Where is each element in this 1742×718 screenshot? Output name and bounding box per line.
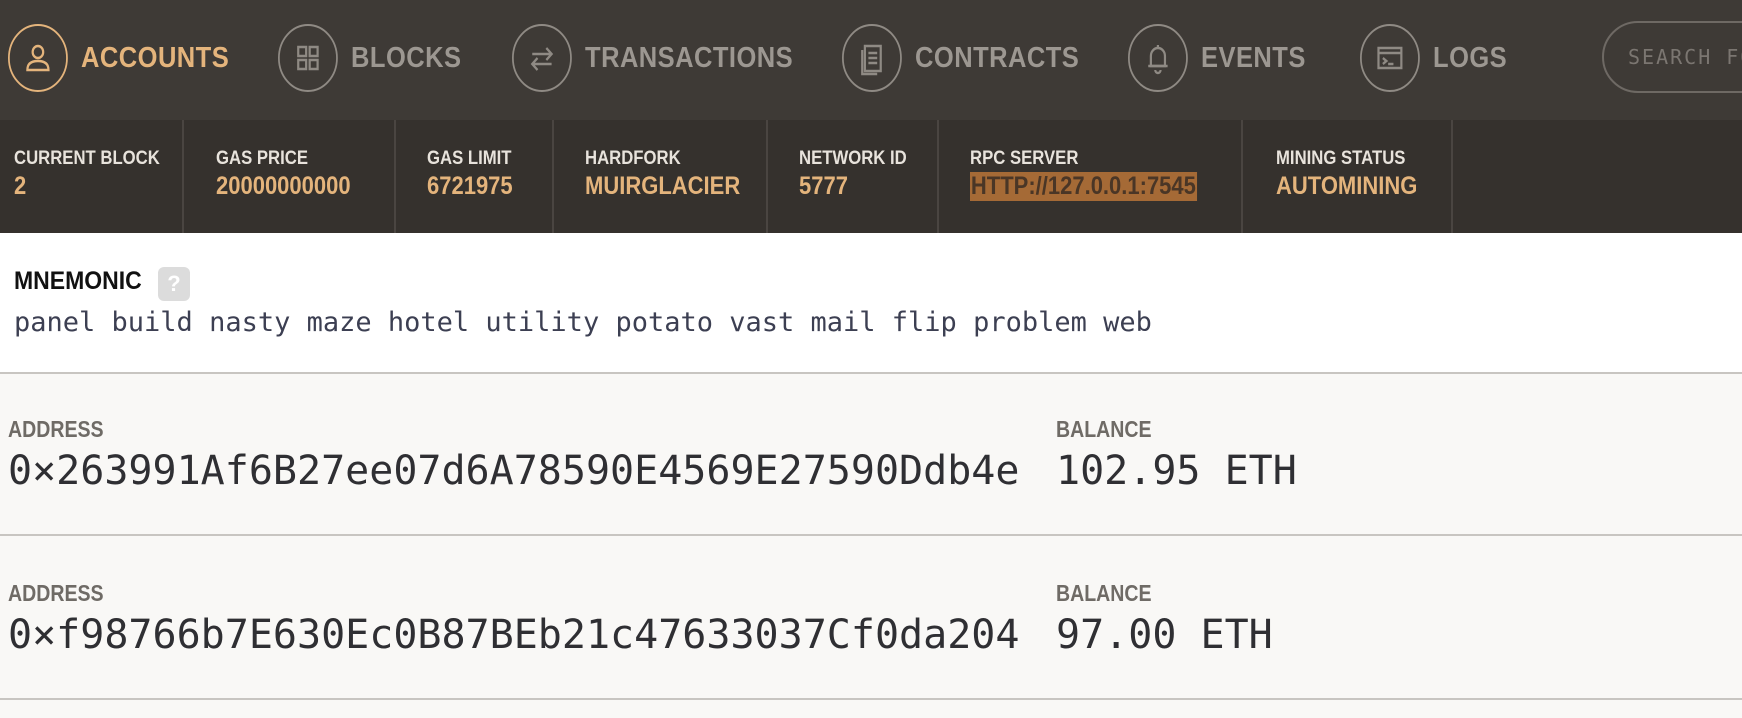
stat-network-id: NETWORK ID 5777	[785, 120, 939, 233]
account-row[interactable]: ADDRESS 0×f98766b7E630Ec0B87BEb21c476330…	[0, 538, 1742, 700]
blocks-icon	[278, 24, 338, 92]
nav-blocks[interactable]: BLOCKS	[278, 21, 461, 95]
address-label: ADDRESS	[8, 580, 104, 606]
balance-value: 97.00 ETH	[1056, 612, 1273, 658]
stat-rpc-server: RPC SERVER HTTP://127.0.0.1:7545	[956, 120, 1243, 233]
mnemonic-words: panel build nasty maze hotel utility pot…	[14, 307, 1152, 338]
nav-contracts[interactable]: CONTRACTS	[842, 21, 1079, 95]
help-icon[interactable]: ?	[158, 267, 190, 301]
address-value: 0×263991Af6B27ee07d6A78590E4569E27590Ddb…	[8, 448, 1020, 494]
stat-mining-status: MINING STATUS AUTOMINING	[1262, 120, 1453, 233]
nav-accounts[interactable]: ACCOUNTS	[8, 21, 229, 95]
mnemonic-section: MNEMONIC ? panel build nasty maze hotel …	[0, 233, 1742, 374]
bell-icon	[1128, 24, 1188, 92]
status-bar: CURRENT BLOCK 2 GAS PRICE 20000000000 GA…	[0, 120, 1742, 233]
nav-events[interactable]: EVENTS	[1128, 21, 1306, 95]
stat-gas-limit: GAS LIMIT 6721975	[413, 120, 554, 233]
stat-hardfork: HARDFORK MUIRGLACIER	[571, 120, 768, 233]
stat-value: 2	[14, 172, 27, 200]
stat-value: 5777	[799, 172, 848, 200]
terminal-icon	[1360, 24, 1420, 92]
address-value: 0×f98766b7E630Ec0B87BEb21c47633037Cf0da2…	[8, 612, 1020, 658]
balance-label: BALANCE	[1056, 416, 1152, 442]
nav-transactions[interactable]: TRANSACTIONS	[512, 21, 793, 95]
account-row[interactable]: ADDRESS 0×263991Af6B27ee07d6A78590E4569E…	[0, 374, 1742, 536]
stat-value: 6721975	[427, 172, 513, 200]
top-nav: ACCOUNTS BLOCKS TRANSACTIONS CONTRACTS E…	[0, 0, 1742, 120]
stat-label: HARDFORK	[585, 148, 681, 169]
nav-accounts-label: ACCOUNTS	[81, 41, 230, 74]
stat-label: NETWORK ID	[799, 148, 907, 169]
search-input[interactable]: SEARCH FO	[1602, 21, 1742, 93]
document-icon	[842, 24, 902, 92]
user-icon	[8, 24, 68, 92]
nav-events-label: EVENTS	[1201, 41, 1306, 74]
stat-gas-price: GAS PRICE 20000000000	[202, 120, 396, 233]
stat-label: MINING STATUS	[1276, 148, 1406, 169]
stat-value: AUTOMINING	[1276, 172, 1418, 200]
mnemonic-title: MNEMONIC	[14, 267, 142, 295]
stat-label: CURRENT BLOCK	[14, 148, 160, 169]
nav-contracts-label: CONTRACTS	[915, 41, 1080, 74]
stat-label: GAS LIMIT	[427, 148, 512, 169]
stat-value: MUIRGLACIER	[585, 172, 741, 200]
stat-label: GAS PRICE	[216, 148, 308, 169]
stat-value: 20000000000	[216, 172, 351, 200]
nav-logs[interactable]: LOGS	[1360, 21, 1507, 95]
nav-logs-label: LOGS	[1433, 41, 1508, 74]
nav-blocks-label: BLOCKS	[351, 41, 462, 74]
rpc-server-value[interactable]: HTTP://127.0.0.1:7545	[970, 172, 1197, 201]
transfer-arrows-icon	[512, 24, 572, 92]
balance-value: 102.95 ETH	[1056, 448, 1297, 494]
address-label: ADDRESS	[8, 416, 104, 442]
stat-current-block: CURRENT BLOCK 2	[0, 120, 184, 233]
balance-label: BALANCE	[1056, 580, 1152, 606]
nav-transactions-label: TRANSACTIONS	[585, 41, 794, 74]
stat-label: RPC SERVER	[970, 148, 1079, 169]
